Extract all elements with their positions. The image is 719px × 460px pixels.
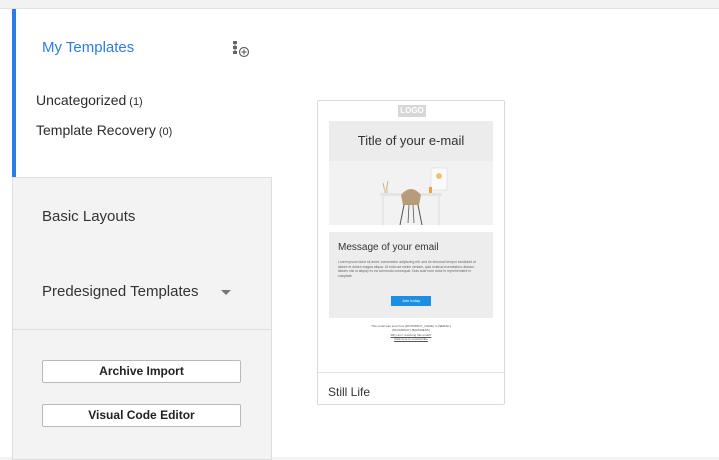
card-divider <box>318 372 504 373</box>
sidebar: My Templates Uncategorized (1) Template R… <box>12 9 276 460</box>
folder-label: Uncategorized <box>36 92 127 108</box>
folder-count: (1) <box>129 96 143 108</box>
chevron-down-icon[interactable] <box>221 290 231 295</box>
predesigned-templates-section[interactable]: Predesigned Templates <box>12 254 272 330</box>
preview-footer-link: Click here to unsubscribe <box>394 337 428 341</box>
predesigned-templates-label[interactable]: Predesigned Templates <box>42 283 199 300</box>
message-block: Message of your email Lorem ipsum dolor … <box>329 232 493 318</box>
add-folder-icon[interactable] <box>232 40 250 58</box>
desk-chair-illustration <box>329 161 493 225</box>
archive-import-button[interactable]: Archive Import <box>42 360 241 383</box>
hero-image: Title of your e-mail <box>329 121 493 225</box>
actions-section: Archive Import Visual Code Editor <box>12 330 272 460</box>
template-name[interactable]: Still Life <box>328 385 370 399</box>
folder-count: (0) <box>158 126 173 138</box>
folder-item-template-recovery[interactable]: Template Recovery (0) <box>36 122 172 138</box>
page: My Templates Uncategorized (1) Template R… <box>0 8 719 460</box>
template-thumbnail[interactable]: LOGO Title of your e-mail Message of you… <box>329 101 493 363</box>
folder-item-uncategorized[interactable]: Uncategorized (1) <box>36 92 143 108</box>
my-templates-panel: My Templates Uncategorized (1) Template R… <box>12 9 276 177</box>
folder-label: Template Recovery <box>36 122 156 138</box>
template-card[interactable]: LOGO Title of your e-mail Message of you… <box>317 100 505 405</box>
basic-layouts-label[interactable]: Basic Layouts <box>42 208 135 225</box>
visual-code-editor-button[interactable]: Visual Code Editor <box>42 404 241 427</box>
basic-layouts-section[interactable]: Basic Layouts <box>12 177 272 255</box>
my-templates-title[interactable]: My Templates <box>42 39 134 56</box>
preview-body-text: Lorem ipsum dolor sit amet, consectetur … <box>338 260 476 278</box>
preview-footer-line: {$COMPANY} {$ADDRESS} <box>392 328 430 332</box>
join-today-button: Join today <box>391 296 431 306</box>
preview-message-title: Message of your email <box>338 242 439 253</box>
logo-placeholder: LOGO <box>398 105 426 117</box>
